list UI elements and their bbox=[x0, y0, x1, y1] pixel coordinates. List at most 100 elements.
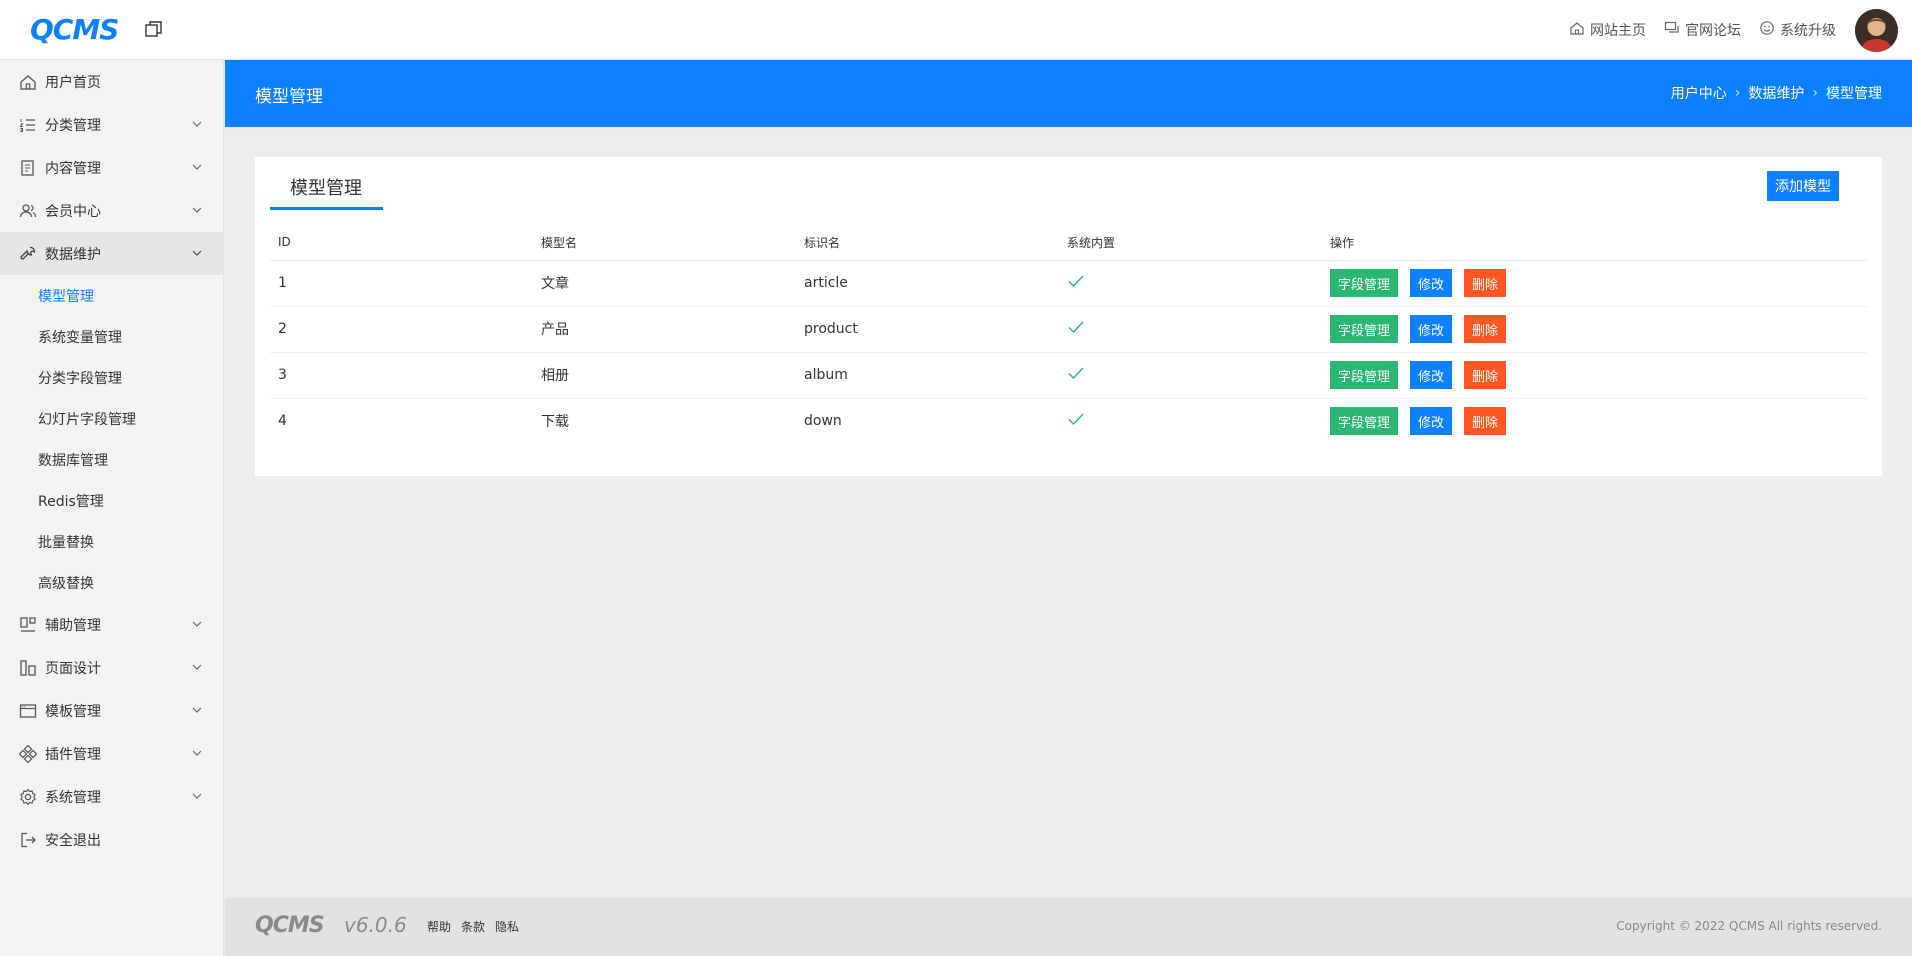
page-header: 模型管理 用户中心 › 数据维护 › 模型管理 bbox=[225, 60, 1912, 127]
sidebar-item-page-design[interactable]: 页面设计 bbox=[0, 646, 223, 689]
window-icon bbox=[18, 701, 38, 721]
cell-id: 3 bbox=[270, 352, 533, 399]
sidebar-item-plugins[interactable]: 插件管理 bbox=[0, 732, 223, 775]
chevron-down-icon bbox=[192, 621, 202, 627]
footer-link-terms[interactable]: 条款 bbox=[461, 918, 485, 935]
table-header-row: ID 模型名 标识名 系统内置 操作 bbox=[270, 225, 1867, 261]
sidebar-item-label: 数据维护 bbox=[45, 246, 101, 263]
cell-id: 2 bbox=[270, 306, 533, 353]
smile-icon bbox=[1759, 20, 1775, 40]
field-management-button[interactable]: 字段管理 bbox=[1330, 315, 1399, 343]
delete-button[interactable]: 删除 bbox=[1464, 269, 1507, 297]
cell-identifier: article bbox=[796, 260, 1059, 307]
footer-logo: QCMS bbox=[255, 913, 325, 938]
column-header-model-name: 模型名 bbox=[533, 225, 796, 261]
site-home-link[interactable]: 网站主页 bbox=[1569, 20, 1646, 40]
avatar[interactable] bbox=[1855, 9, 1898, 52]
footer-copyright: Copyright © 2022 QCMS All rights reserve… bbox=[1616, 919, 1882, 933]
sidebar: 用户首页 分类管理 内容管理 会员中心 数据维护 模型管理 系统变量管理 分类字… bbox=[0, 60, 224, 956]
cell-builtin bbox=[1059, 306, 1322, 353]
logout-icon bbox=[18, 830, 38, 850]
sidebar-subitem-category-fields[interactable]: 分类字段管理 bbox=[0, 357, 223, 398]
sidebar-item-label: 系统管理 bbox=[45, 789, 101, 806]
sidebar-item-auxiliary[interactable]: 辅助管理 bbox=[0, 603, 223, 646]
edit-button[interactable]: 修改 bbox=[1410, 315, 1453, 343]
sidebar-item-label: 用户首页 bbox=[45, 74, 101, 91]
sidebar-item-label: 插件管理 bbox=[45, 746, 101, 763]
table-row: 2 产品 product 字段管理 修改 删除 bbox=[270, 306, 1867, 353]
forum-icon bbox=[1664, 20, 1680, 40]
breadcrumb-item-current: 模型管理 bbox=[1826, 86, 1882, 102]
footer-link-privacy[interactable]: 隐私 bbox=[495, 918, 519, 935]
sidebar-subitem-database[interactable]: 数据库管理 bbox=[0, 439, 223, 480]
sidebar-item-templates[interactable]: 模板管理 bbox=[0, 689, 223, 732]
chevron-down-icon bbox=[192, 750, 202, 756]
sidebar-item-members[interactable]: 会员中心 bbox=[0, 189, 223, 232]
sidebar-item-label: 分类管理 bbox=[45, 117, 101, 134]
add-model-button[interactable]: 添加模型 bbox=[1767, 171, 1839, 201]
sidebar-subitem-system-vars[interactable]: 系统变量管理 bbox=[0, 316, 223, 357]
check-icon bbox=[1068, 275, 1084, 288]
upgrade-link[interactable]: 系统升级 bbox=[1759, 20, 1836, 40]
sidebar-item-label: 内容管理 bbox=[45, 160, 101, 177]
edit-button[interactable]: 修改 bbox=[1410, 269, 1453, 297]
cell-model-name: 文章 bbox=[533, 260, 796, 307]
delete-button[interactable]: 删除 bbox=[1464, 361, 1507, 389]
model-table: ID 模型名 标识名 系统内置 操作 1 文章 article 字段管理 修改 删除 2 产品… bbox=[270, 225, 1867, 444]
cell-actions: 字段管理 修改 删除 bbox=[1322, 352, 1867, 399]
field-management-button[interactable]: 字段管理 bbox=[1330, 269, 1399, 297]
sidebar-subitem-advanced-replace[interactable]: 高级替换 bbox=[0, 562, 223, 603]
page-title: 模型管理 bbox=[255, 87, 323, 107]
check-icon bbox=[1068, 413, 1084, 426]
sidebar-toggle-icon[interactable] bbox=[144, 20, 164, 40]
column-header-identifier: 标识名 bbox=[796, 225, 1059, 261]
field-management-button[interactable]: 字段管理 bbox=[1330, 407, 1399, 436]
sidebar-item-logout[interactable]: 安全退出 bbox=[0, 818, 223, 861]
cell-identifier: album bbox=[796, 352, 1059, 399]
delete-button[interactable]: 删除 bbox=[1464, 407, 1507, 436]
app-logo[interactable]: QCMS bbox=[30, 13, 119, 46]
column-header-id: ID bbox=[270, 225, 533, 261]
forum-link[interactable]: 官网论坛 bbox=[1664, 20, 1741, 40]
cell-builtin bbox=[1059, 398, 1322, 444]
sidebar-item-label: 页面设计 bbox=[45, 660, 101, 677]
upgrade-label: 系统升级 bbox=[1780, 23, 1836, 39]
chevron-down-icon bbox=[192, 121, 202, 127]
field-management-button[interactable]: 字段管理 bbox=[1330, 361, 1399, 389]
chevron-down-icon bbox=[192, 707, 202, 713]
chevron-down-icon bbox=[192, 164, 202, 170]
forum-label: 官网论坛 bbox=[1685, 23, 1741, 39]
cell-builtin bbox=[1059, 352, 1322, 399]
ordered-list-icon bbox=[18, 115, 38, 135]
chevron-down-icon bbox=[192, 793, 202, 799]
edit-button[interactable]: 修改 bbox=[1410, 407, 1453, 436]
layout-icon bbox=[18, 615, 38, 635]
sidebar-subitem-redis[interactable]: Redis管理 bbox=[0, 480, 223, 521]
table-row: 1 文章 article 字段管理 修改 删除 bbox=[270, 260, 1867, 307]
site-home-label: 网站主页 bbox=[1590, 23, 1646, 39]
footer-link-help[interactable]: 帮助 bbox=[427, 918, 451, 935]
sidebar-subitem-batch-replace[interactable]: 批量替换 bbox=[0, 521, 223, 562]
delete-button[interactable]: 删除 bbox=[1464, 315, 1507, 343]
design-icon bbox=[18, 658, 38, 678]
sidebar-item-data-maintenance[interactable]: 数据维护 bbox=[0, 232, 223, 275]
tab-model-management[interactable]: 模型管理 bbox=[270, 157, 383, 210]
chevron-down-icon bbox=[192, 207, 202, 213]
sidebar-item-label: 会员中心 bbox=[45, 203, 101, 220]
chevron-down-icon bbox=[192, 250, 202, 256]
model-list-card: 模型管理 添加模型 ID 模型名 标识名 系统内置 操作 1 文章 article 字… bbox=[255, 157, 1882, 476]
sidebar-item-home[interactable]: 用户首页 bbox=[0, 60, 223, 103]
home-icon bbox=[1569, 20, 1585, 40]
sidebar-item-content[interactable]: 内容管理 bbox=[0, 146, 223, 189]
sidebar-subitem-model[interactable]: 模型管理 bbox=[0, 275, 223, 316]
edit-button[interactable]: 修改 bbox=[1410, 361, 1453, 389]
breadcrumb-item-data-maintenance[interactable]: 数据维护 bbox=[1748, 83, 1804, 103]
cell-model-name: 产品 bbox=[533, 306, 796, 353]
sidebar-item-category[interactable]: 分类管理 bbox=[0, 103, 223, 146]
cell-actions: 字段管理 修改 删除 bbox=[1322, 398, 1867, 444]
sidebar-item-system[interactable]: 系统管理 bbox=[0, 775, 223, 818]
wrench-icon bbox=[18, 244, 38, 264]
sidebar-item-label: 模板管理 bbox=[45, 703, 101, 720]
sidebar-subitem-slide-fields[interactable]: 幻灯片字段管理 bbox=[0, 398, 223, 439]
breadcrumb-item-user-center[interactable]: 用户中心 bbox=[1671, 83, 1727, 103]
